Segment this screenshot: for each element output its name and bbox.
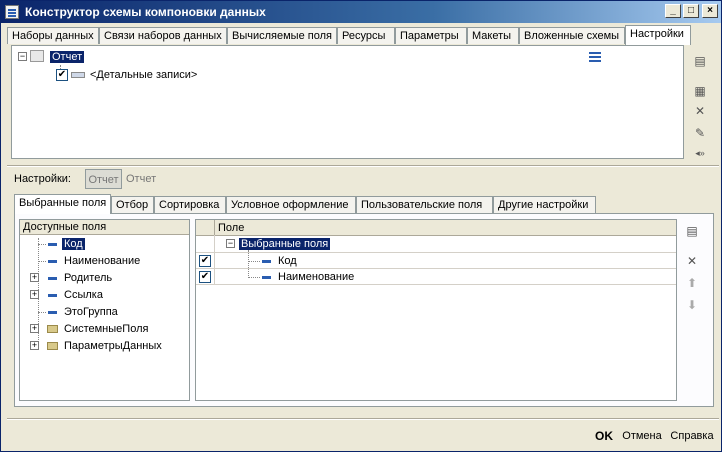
tree-item-detail-records[interactable]: <Детальные записи> — [90, 67, 197, 83]
tab-settings[interactable]: Настройки — [625, 25, 691, 45]
tab-parameters[interactable]: Параметры — [395, 27, 467, 44]
minimize-button[interactable]: _ — [665, 4, 681, 18]
settings-label: Настройки: — [14, 173, 71, 185]
selected-name-checkbox[interactable]: ✔ — [199, 271, 211, 283]
selected-code-checkbox[interactable]: ✔ — [199, 255, 211, 267]
check-column-header — [196, 220, 215, 235]
field-item-data-parameters[interactable]: ПараметрыДанных — [64, 338, 162, 354]
tab-dataset-links[interactable]: Связи наборов данных — [99, 27, 227, 44]
tree-connector — [248, 250, 250, 278]
field-item-code-label: Код — [62, 238, 85, 250]
move-icon[interactable]: ▦ — [692, 83, 708, 99]
selected-fields-table[interactable]: Поле − Выбранные поля ✔ Код ✔ Наименован… — [195, 219, 677, 401]
expand-icon[interactable]: + — [30, 324, 39, 333]
field-column-header: Поле — [218, 222, 245, 234]
row-divider — [196, 268, 676, 269]
window: Конструктор схемы компоновки данных _ □ … — [0, 0, 722, 452]
footer-divider — [7, 418, 719, 420]
tab-selected-fields[interactable]: Выбранные поля — [14, 194, 111, 214]
layout-icon[interactable] — [589, 52, 601, 64]
row-divider — [196, 252, 676, 253]
row-divider — [196, 284, 676, 285]
tab-calculated-fields[interactable]: Вычисляемые поля — [227, 27, 337, 44]
move-up-icon[interactable]: ⬆ — [684, 275, 700, 291]
available-fields-list[interactable]: Доступные поля Код Наименование + Родите… — [19, 219, 190, 401]
structure-tree[interactable]: − Отчет ✔ <Детальные записи> — [11, 45, 684, 159]
field-item-parent[interactable]: Родитель — [64, 270, 112, 286]
tab-layouts[interactable]: Макеты — [467, 27, 519, 44]
folder-icon — [47, 325, 58, 333]
report-icon — [30, 50, 44, 62]
available-fields-header: Доступные поля — [20, 220, 189, 235]
field-item-system-fields[interactable]: СистемныеПоля — [64, 321, 148, 337]
field-icon — [48, 311, 57, 314]
title-bar: Конструктор схемы компоновки данных _ □ … — [1, 1, 721, 23]
tab-sorting[interactable]: Сортировка — [154, 196, 226, 213]
field-item-code[interactable]: Код — [62, 236, 85, 252]
help-button[interactable]: Справка — [667, 425, 717, 447]
add-grouping-icon[interactable]: ▤ — [692, 53, 708, 69]
expand-icon[interactable]: + — [30, 290, 39, 299]
tab-nested-schemas[interactable]: Вложенные схемы — [519, 27, 625, 44]
field-icon — [48, 243, 57, 246]
expand-icon[interactable]: + — [30, 341, 39, 350]
collapse-icon[interactable]: − — [18, 52, 27, 61]
tree-connector — [38, 312, 46, 314]
field-icon — [262, 276, 271, 279]
delete-field-icon[interactable]: ✕ — [684, 253, 700, 269]
field-item-is-group[interactable]: ЭтоГруппа — [64, 304, 118, 320]
window-title: Конструктор схемы компоновки данных — [25, 5, 266, 19]
close-button[interactable]: × — [702, 4, 718, 18]
delete-icon[interactable]: ✕ — [692, 103, 708, 119]
tree-connector — [248, 277, 260, 279]
tab-filter[interactable]: Отбор — [111, 196, 154, 213]
tab-resources[interactable]: Ресурсы — [337, 27, 395, 44]
selected-field-code[interactable]: Код — [278, 253, 297, 269]
ok-button[interactable]: OK — [591, 425, 617, 447]
detail-records-checkbox[interactable]: ✔ — [56, 69, 68, 81]
field-item-link[interactable]: Ссылка — [64, 287, 103, 303]
folder-icon — [47, 342, 58, 350]
tree-connector — [38, 244, 46, 246]
selected-field-name[interactable]: Наименование — [278, 269, 354, 285]
selected-fields-header-bar — [196, 220, 676, 236]
collapse-icon[interactable]: − — [226, 239, 235, 248]
maximize-button[interactable]: □ — [683, 4, 699, 18]
more-icon[interactable]: ◂» — [692, 145, 708, 161]
edit-icon[interactable]: ✎ — [692, 125, 708, 141]
expand-icon[interactable]: + — [30, 273, 39, 282]
tree-connector — [248, 261, 260, 263]
field-icon — [262, 260, 271, 263]
tab-datasets[interactable]: Наборы данных — [7, 27, 99, 44]
field-item-name[interactable]: Наименование — [64, 253, 140, 269]
tab-user-fields[interactable]: Пользовательские поля — [356, 196, 493, 213]
column-divider — [214, 235, 215, 285]
report-settings-button[interactable]: Отчет — [85, 169, 122, 189]
tree-item-report[interactable]: Отчет — [50, 49, 85, 65]
selected-group-row[interactable]: Выбранные поля — [239, 236, 331, 252]
tree-item-report-label: Отчет — [50, 51, 85, 63]
field-icon — [48, 260, 57, 263]
records-icon — [71, 72, 85, 78]
add-field-icon[interactable]: ▤ — [684, 223, 700, 239]
selected-group-label: Выбранные поля — [239, 238, 331, 250]
settings-value: Отчет — [126, 173, 157, 185]
tab-other-settings[interactable]: Другие настройки — [493, 196, 596, 213]
move-down-icon[interactable]: ⬇ — [684, 297, 700, 313]
divider — [7, 165, 719, 167]
field-icon — [48, 277, 57, 280]
tree-connector — [38, 261, 46, 263]
field-icon — [48, 294, 57, 297]
cancel-button[interactable]: Отмена — [619, 425, 665, 447]
app-icon — [5, 5, 19, 19]
tab-conditional-formatting[interactable]: Условное оформление — [226, 196, 356, 213]
